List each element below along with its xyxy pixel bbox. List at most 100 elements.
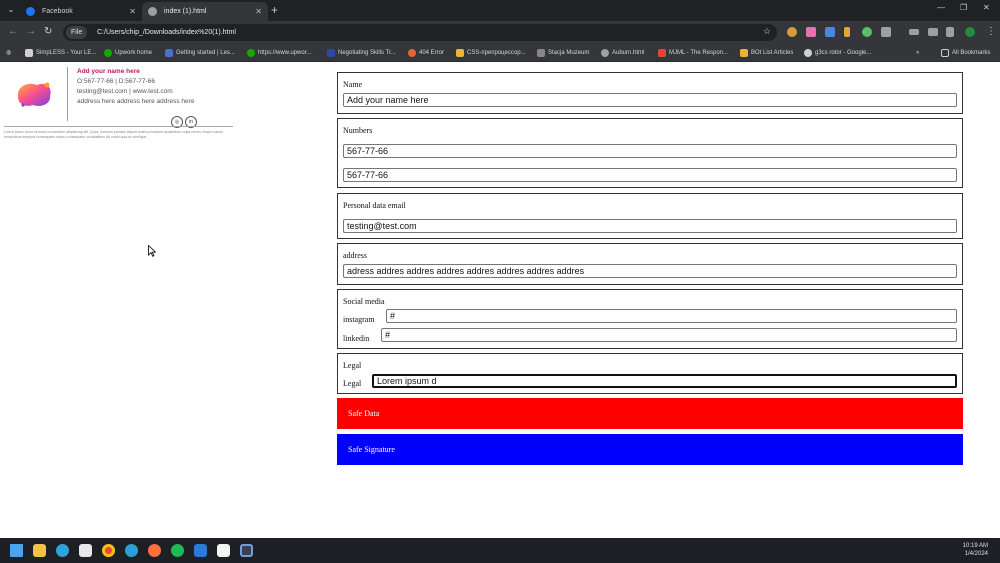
- signature-email-web: testing@test.com | www.test.com: [77, 88, 173, 95]
- bookmark-item[interactable]: Getting started | Les...: [165, 47, 235, 59]
- address-bar[interactable]: File C:/Users/chip_/Downloads/index%20(1…: [63, 24, 777, 41]
- bookmark-item[interactable]: Upwork home: [104, 47, 152, 59]
- url-text[interactable]: C:/Users/chip_/Downloads/index%20(1).htm…: [97, 24, 236, 41]
- bookmark-item[interactable]: BOt List Articles: [740, 47, 793, 59]
- extension-cookie-icon[interactable]: [787, 27, 797, 37]
- file-info-chip[interactable]: File: [66, 26, 88, 39]
- close-tab-icon[interactable]: ✕: [129, 2, 136, 21]
- more-bookmarks-icon[interactable]: »: [916, 47, 919, 59]
- clock-date: 1/4/2024: [964, 551, 988, 557]
- bookmark-item[interactable]: SimpLESS - Your LE...: [25, 47, 96, 59]
- restore-icon[interactable]: ❐: [960, 3, 967, 12]
- windows-start-icon[interactable]: [10, 544, 23, 557]
- direct-phone-input[interactable]: 567-77-66: [343, 168, 957, 182]
- taskbar-clock[interactable]: 10:19 AM 1/4/2024: [963, 542, 988, 558]
- forward-icon[interactable]: →: [26, 26, 36, 37]
- legal-field-label: Legal: [343, 379, 362, 388]
- bookmark-item[interactable]: Negotiating Skills Tr...: [327, 47, 396, 59]
- browser-toolbar: ← → ↻ File C:/Users/chip_/Downloads/inde…: [0, 21, 1000, 44]
- all-bookmarks-folder[interactable]: All Bookmarks: [941, 47, 990, 59]
- vscode-icon[interactable]: [194, 544, 207, 557]
- bookmarks-bar: ◍ SimpLESS - Your LE... Upwork home Gett…: [0, 44, 1000, 62]
- tab-facebook[interactable]: Facebook ✕: [20, 2, 142, 21]
- facebook-favicon-icon: [26, 7, 35, 16]
- clock-time: 10:19 AM: [962, 543, 988, 549]
- browser-tab-strip: ⌄ Facebook ✕ index (1).html ✕ + — ❐ ✕: [0, 0, 1000, 21]
- extension-green-icon[interactable]: [862, 27, 872, 37]
- new-tab-icon[interactable]: +: [271, 2, 278, 19]
- legal-input[interactable]: Lorem ipsum d: [372, 374, 957, 388]
- signature-separator: [4, 126, 233, 127]
- bookmark-item[interactable]: Stacja Muzeum: [537, 47, 589, 59]
- save-signature-button[interactable]: Safe Signature: [337, 434, 963, 465]
- side-panel-icon[interactable]: [946, 27, 954, 37]
- extension-camera-icon[interactable]: [825, 27, 835, 37]
- signature-phones: O:567-77-66 | D:567-77-66: [77, 78, 155, 85]
- name-section: Name Add your name here: [337, 72, 963, 114]
- bookmark-item[interactable]: 404 Error: [408, 47, 444, 59]
- bookmark-item[interactable]: MJML - The Respon...: [658, 47, 728, 59]
- signature-details: Add your name here O:567-77-66 | D:567-7…: [77, 67, 237, 107]
- bookmark-star-icon[interactable]: ☆: [763, 26, 771, 37]
- signature-name: Add your name here: [77, 68, 140, 75]
- close-tab-icon[interactable]: ✕: [255, 2, 262, 21]
- telegram-icon[interactable]: [125, 544, 138, 557]
- bookmark-item[interactable]: CSS-препроцессор...: [456, 47, 526, 59]
- legal-section: Legal Legal Lorem ipsum d: [337, 353, 963, 394]
- instagram-label: instagram: [343, 315, 375, 324]
- signature-legal-text: Lorem ipsum dolor sit amet consectetur a…: [4, 130, 224, 139]
- email-input[interactable]: testing@test.com: [343, 219, 957, 233]
- bookmark-item[interactable]: https://www.upwor...: [247, 47, 311, 59]
- numbers-section-label: Numbers: [343, 126, 373, 135]
- extension-pencil-icon[interactable]: [844, 27, 850, 37]
- minimize-icon[interactable]: —: [937, 3, 945, 12]
- signature-address: address here address here address here: [77, 98, 195, 105]
- globe-favicon-icon: [148, 7, 157, 16]
- windows-taskbar: 10:19 AM 1/4/2024: [0, 538, 1000, 563]
- spotify-icon[interactable]: [171, 544, 184, 557]
- numbers-section: Numbers 567-77-66 567-77-66: [337, 118, 963, 188]
- address-input[interactable]: adress addres addres addres addres addre…: [343, 264, 957, 278]
- linkedin-label: linkedin: [343, 334, 370, 343]
- social-media-section: Social media instagram # linkedin #: [337, 289, 963, 349]
- signature-divider: [67, 67, 68, 121]
- store-icon[interactable]: [79, 544, 92, 557]
- file-explorer-icon[interactable]: [33, 544, 46, 557]
- apps-icon[interactable]: ◍: [6, 47, 11, 59]
- extensions-puzzle-icon[interactable]: [881, 27, 891, 37]
- linkedin-input[interactable]: #: [381, 328, 957, 342]
- bookmark-item[interactable]: Auburn.html: [601, 47, 644, 59]
- social-media-section-label: Social media: [343, 297, 385, 306]
- email-section: Personal data email testing@test.com: [337, 193, 963, 239]
- back-icon[interactable]: ←: [8, 26, 18, 37]
- address-section-label: address: [343, 251, 367, 260]
- save-data-button[interactable]: Safe Data: [337, 398, 963, 429]
- tab-search-icon[interactable]: ⌄: [4, 3, 18, 17]
- name-section-label: Name: [343, 80, 363, 89]
- tab-index-html[interactable]: index (1).html ✕: [142, 2, 268, 21]
- company-logo-icon: [17, 82, 51, 107]
- legal-section-label: Legal: [343, 361, 362, 370]
- download-icon[interactable]: [928, 28, 938, 36]
- email-section-label: Personal data email: [343, 201, 406, 210]
- reload-icon[interactable]: ↻: [44, 26, 52, 37]
- instagram-input[interactable]: #: [386, 309, 957, 323]
- profile-avatar[interactable]: [965, 27, 975, 37]
- chrome-icon[interactable]: [102, 544, 115, 557]
- snipping-tool-icon[interactable]: [240, 544, 253, 557]
- address-section: address adress addres addres addres addr…: [337, 243, 963, 285]
- office-phone-input[interactable]: 567-77-66: [343, 144, 957, 158]
- name-input[interactable]: Add your name here: [343, 93, 957, 107]
- extension-pink-icon[interactable]: [806, 27, 816, 37]
- edge-icon[interactable]: [56, 544, 69, 557]
- tab-label: Facebook: [42, 8, 73, 15]
- firefox-icon[interactable]: [148, 544, 161, 557]
- bookmark-item[interactable]: g3cs rotor - Google...: [804, 47, 871, 59]
- menu-kebab-icon[interactable]: ⋮: [986, 26, 996, 37]
- mouse-cursor-icon: [148, 245, 156, 257]
- notepad-icon[interactable]: [217, 544, 230, 557]
- media-icon[interactable]: [909, 29, 919, 35]
- close-window-icon[interactable]: ✕: [983, 3, 990, 12]
- tab-label: index (1).html: [164, 8, 207, 15]
- page-content: Add your name here O:567-77-66 | D:567-7…: [0, 62, 1000, 538]
